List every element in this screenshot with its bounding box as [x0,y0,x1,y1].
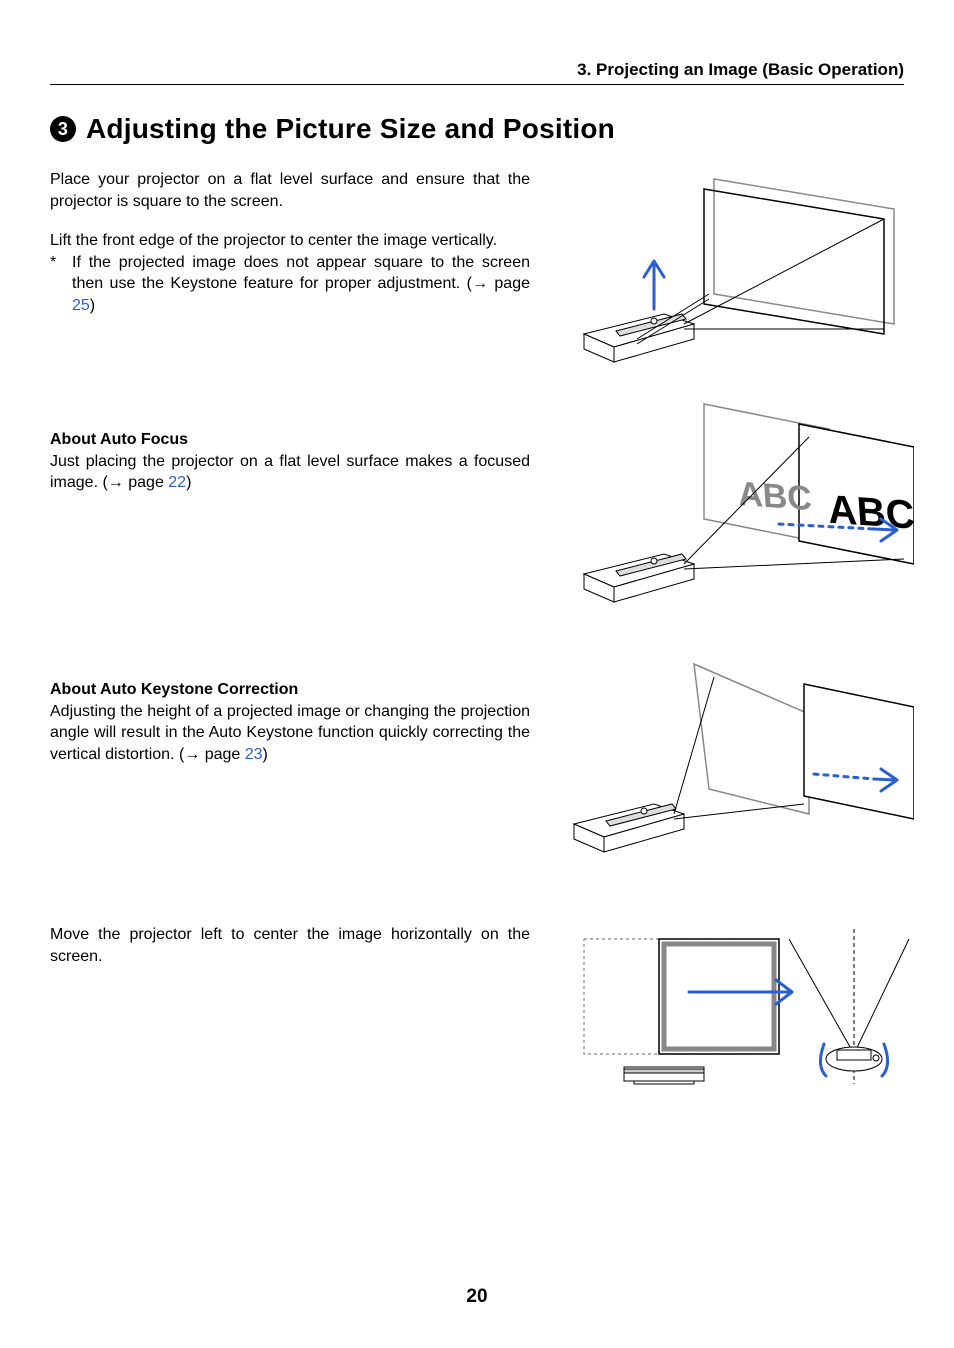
illustration-keystone [554,659,914,869]
illustration-tilt-up [554,169,914,379]
illustration-auto-focus: ABC ABC [554,399,914,619]
block3-head: About Auto Keystone Correction [50,679,530,701]
section-number-badge: 3 [50,116,76,142]
block2-body: Just placing the projector on a flat lev… [50,451,530,494]
footnote-asterisk: * [50,252,72,317]
block1-text: Place your projector on a flat level sur… [50,169,530,379]
section-title-text: Adjusting the Picture Size and Position [86,113,615,145]
page-ref-22[interactable]: 22 [168,474,186,491]
block3-body: Adjusting the height of a projected imag… [50,701,530,766]
block1-p2: Lift the front edge of the projector to … [50,230,530,252]
block4-text: Move the projector left to center the im… [50,924,530,1104]
block1-p1: Place your projector on a flat level sur… [50,169,530,212]
page-number: 20 [0,1286,954,1308]
focus-label-blurred: ABC [737,475,813,518]
block2-head: About Auto Focus [50,429,530,451]
running-head: 3. Projecting an Image (Basic Operation) [50,60,904,85]
page-ref-23[interactable]: 23 [245,746,263,763]
illustration-move-left [554,924,914,1104]
block2-text: About Auto Focus Just placing the projec… [50,399,530,619]
block4-body: Move the projector left to center the im… [50,924,530,967]
block3-text: About Auto Keystone Correction Adjusting… [50,659,530,869]
section-title: 3 Adjusting the Picture Size and Positio… [50,113,904,145]
page-ref-25[interactable]: 25 [72,297,90,314]
block1-note: If the projected image does not appear s… [72,252,530,317]
